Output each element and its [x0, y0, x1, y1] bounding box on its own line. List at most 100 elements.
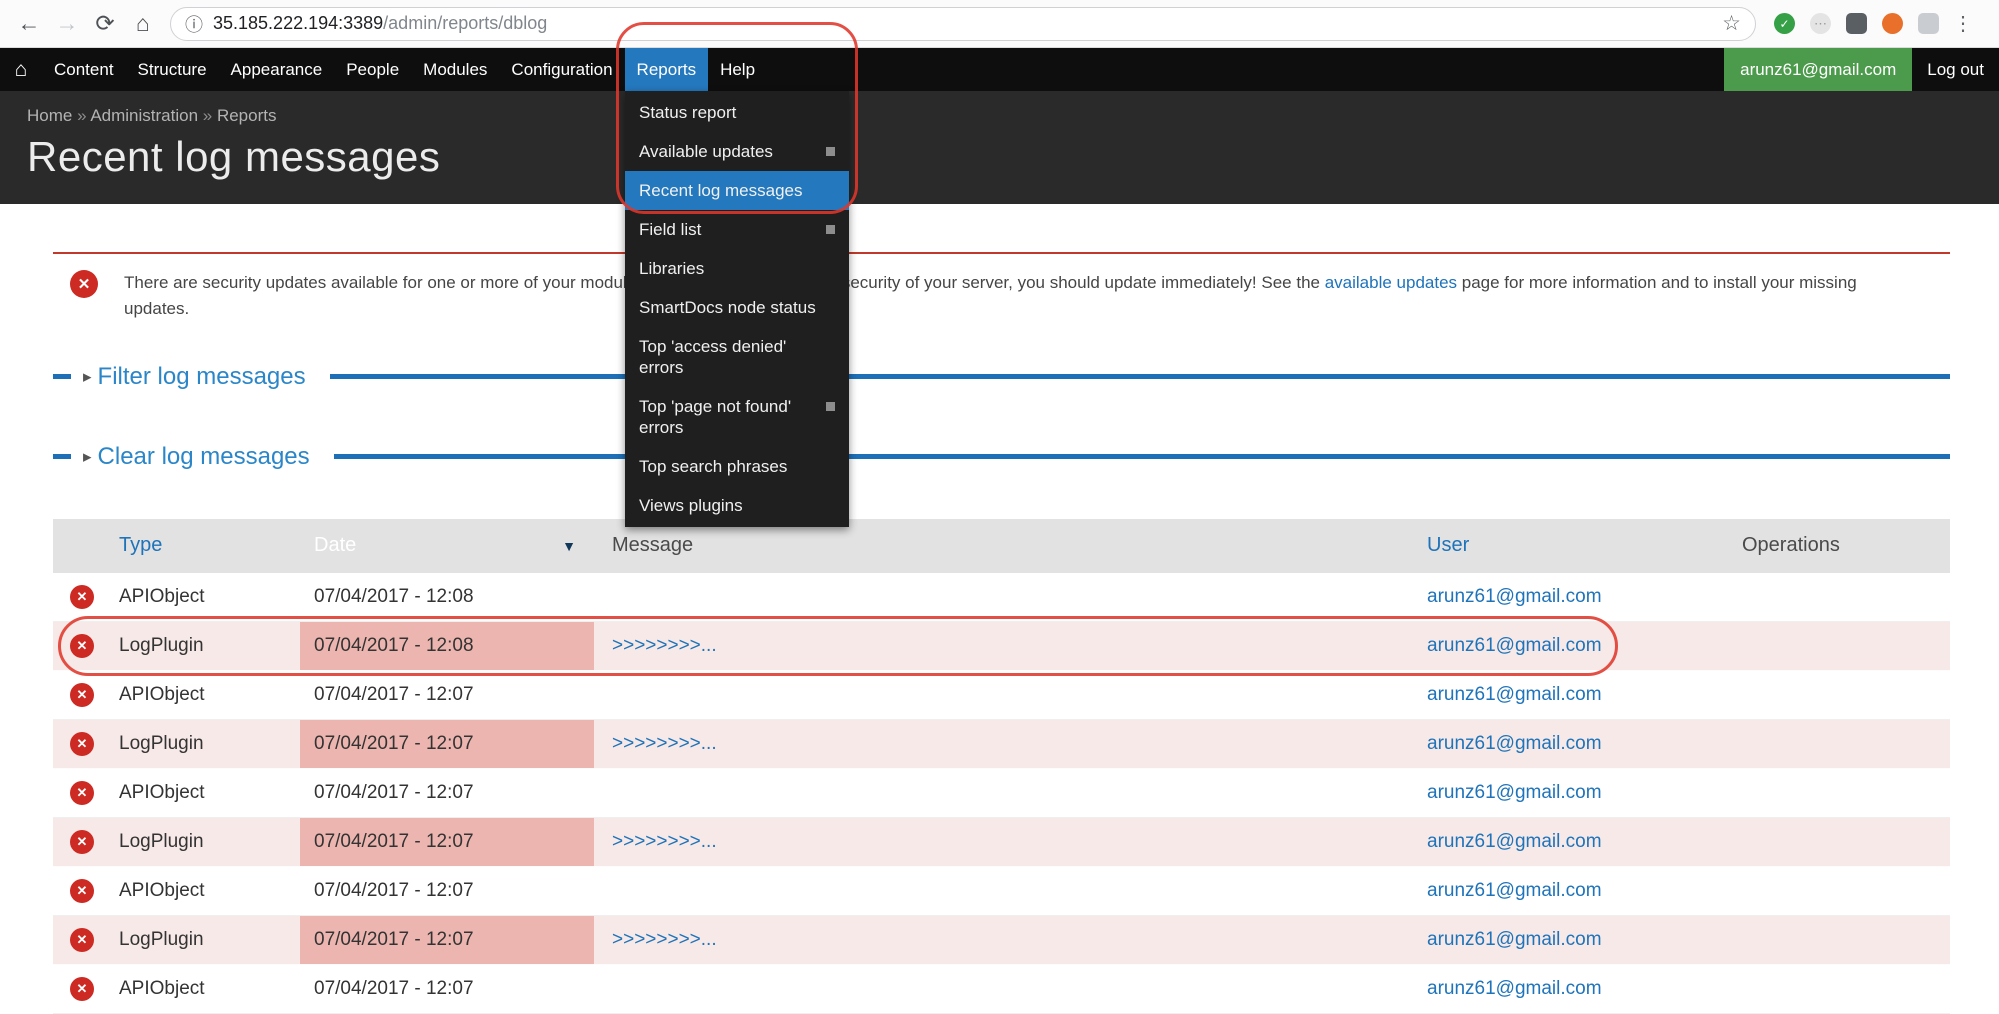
log-user-link[interactable]: arunz61@gmail.com: [1427, 831, 1602, 852]
log-date: 07/04/2017 - 12:08: [300, 573, 594, 622]
log-message-link[interactable]: >>>>>>>>...: [612, 831, 717, 852]
admin-toolbar: ⌂ ContentStructureAppearancePeopleModule…: [0, 48, 1999, 91]
log-date: 07/04/2017 - 12:07: [300, 769, 594, 818]
reports-menu-item[interactable]: Field list: [625, 210, 849, 249]
log-message-link[interactable]: >>>>>>>>...: [612, 929, 717, 950]
toolbar-item-appearance[interactable]: Appearance: [219, 48, 335, 91]
log-operations: [1728, 671, 1950, 720]
date-header-label: Date: [314, 534, 356, 556]
reload-icon[interactable]: ⟳: [86, 5, 124, 43]
fieldset-title[interactable]: Clear log messages: [98, 443, 310, 471]
error-icon: ✕: [70, 270, 98, 298]
log-operations: [1728, 769, 1950, 818]
log-user-link[interactable]: arunz61@gmail.com: [1427, 635, 1602, 656]
log-table-row: ✕LogPlugin07/04/2017 - 12:08>>>>>>>>...a…: [53, 622, 1950, 671]
warning-text: There are security updates available for…: [124, 270, 1914, 323]
toolbar-item-reports[interactable]: Reports: [625, 48, 709, 91]
log-message-link[interactable]: >>>>>>>>...: [612, 635, 717, 656]
toolbar-item-people[interactable]: People: [334, 48, 411, 91]
url-bar[interactable]: ⓘ 35.185.222.194:3389/admin/reports/dblo…: [170, 7, 1756, 41]
breadcrumb-link[interactable]: Home: [27, 106, 72, 125]
toolbar-item-content[interactable]: Content: [42, 48, 126, 91]
reports-menu-item-label: Top 'page not found' errors: [639, 396, 818, 438]
reports-menu-item[interactable]: Top 'access denied' errors: [625, 327, 849, 387]
account-button[interactable]: arunz61@gmail.com: [1724, 48, 1912, 91]
logout-button[interactable]: Log out: [1912, 48, 1999, 91]
browser-home-icon[interactable]: ⌂: [124, 5, 162, 43]
extension-icon-1[interactable]: [1846, 13, 1867, 34]
reports-menu-item-label: Libraries: [639, 258, 835, 279]
operations-header: Operations: [1728, 519, 1950, 573]
log-user-link[interactable]: arunz61@gmail.com: [1427, 880, 1602, 901]
reports-menu-item[interactable]: Libraries: [625, 249, 849, 288]
log-operations: [1728, 965, 1950, 1014]
submenu-indicator-icon: [826, 147, 835, 156]
forward-icon[interactable]: →: [48, 5, 86, 43]
extension-icon-2[interactable]: [1882, 13, 1903, 34]
browser-chrome: ← → ⟳ ⌂ ⓘ 35.185.222.194:3389/admin/repo…: [0, 0, 1999, 48]
log-type: LogPlugin: [119, 929, 204, 950]
breadcrumb-link[interactable]: Administration: [90, 106, 198, 125]
reports-menu-item[interactable]: Top search phrases: [625, 447, 849, 486]
log-operations: [1728, 867, 1950, 916]
page-title: Recent log messages: [27, 133, 1999, 181]
log-type: APIObject: [119, 782, 205, 803]
reports-menu-item[interactable]: Views plugins: [625, 486, 849, 525]
error-status-icon: ✕: [70, 634, 94, 658]
reports-menu-item[interactable]: Recent log messages: [625, 171, 849, 210]
error-status-icon: ✕: [70, 928, 94, 952]
admin-home-icon[interactable]: ⌂: [0, 48, 42, 91]
fieldset-rule: [330, 374, 1950, 379]
extension-icon-3[interactable]: [1918, 13, 1939, 34]
submenu-indicator-icon: [826, 225, 835, 234]
reports-menu-item-label: Available updates: [639, 141, 818, 162]
fieldset-rule: [334, 454, 1950, 459]
log-user-link[interactable]: arunz61@gmail.com: [1427, 978, 1602, 999]
log-user-link[interactable]: arunz61@gmail.com: [1427, 782, 1602, 803]
reports-menu-item[interactable]: Top 'page not found' errors: [625, 387, 849, 447]
sort-date-header[interactable]: Date▼: [300, 519, 594, 573]
log-operations: [1728, 573, 1950, 622]
log-user-link[interactable]: arunz61@gmail.com: [1427, 586, 1602, 607]
extension-check-icon[interactable]: ✓: [1774, 13, 1795, 34]
reports-menu-item-label: Top 'access denied' errors: [639, 336, 835, 378]
log-user-link[interactable]: arunz61@gmail.com: [1427, 733, 1602, 754]
log-operations: [1728, 818, 1950, 867]
reports-menu-item[interactable]: SmartDocs node status: [625, 288, 849, 327]
log-type: APIObject: [119, 684, 205, 705]
breadcrumb-separator-icon: »: [198, 106, 217, 125]
error-status-icon: ✕: [70, 781, 94, 805]
sort-user-header[interactable]: User: [1427, 534, 1469, 556]
log-table-header: Type Date▼ Message User Operations: [53, 519, 1950, 573]
back-icon[interactable]: ←: [10, 5, 48, 43]
log-type: APIObject: [119, 978, 205, 999]
sort-type-header[interactable]: Type: [119, 534, 162, 556]
reports-menu-item-label: Top search phrases: [639, 456, 835, 477]
log-user-link[interactable]: arunz61@gmail.com: [1427, 929, 1602, 950]
site-info-icon[interactable]: ⓘ: [185, 11, 203, 37]
extension-area: ✓ ⋯: [1774, 13, 1939, 34]
collapsible-fieldset: ▸ Clear log messages: [53, 439, 1950, 475]
fieldset-title[interactable]: Filter log messages: [98, 363, 306, 391]
admin-menu: ContentStructureAppearancePeopleModulesC…: [42, 48, 767, 91]
reports-menu-item[interactable]: Status report: [625, 93, 849, 132]
available-updates-link[interactable]: available updates: [1325, 273, 1457, 292]
browser-menu-icon[interactable]: ⋮: [1953, 11, 1973, 36]
breadcrumb: Home » Administration » Reports: [27, 106, 1999, 126]
log-type: APIObject: [119, 880, 205, 901]
extension-more-icon[interactable]: ⋯: [1810, 13, 1831, 34]
log-message-link[interactable]: >>>>>>>>...: [612, 733, 717, 754]
toolbar-item-modules[interactable]: Modules: [411, 48, 499, 91]
bookmark-star-icon[interactable]: ☆: [1722, 11, 1741, 36]
log-date: 07/04/2017 - 12:07: [300, 965, 594, 1014]
breadcrumb-link[interactable]: Reports: [217, 106, 277, 125]
toolbar-item-structure[interactable]: Structure: [126, 48, 219, 91]
reports-menu-item[interactable]: Available updates: [625, 132, 849, 171]
log-table: Type Date▼ Message User Operations ✕ APIO…: [53, 519, 1950, 1014]
log-date: 07/04/2017 - 12:07: [300, 671, 594, 720]
error-status-icon: ✕: [70, 977, 94, 1001]
log-user-link[interactable]: arunz61@gmail.com: [1427, 684, 1602, 705]
toolbar-item-help[interactable]: Help: [708, 48, 767, 91]
log-type: APIObject: [119, 586, 205, 607]
toolbar-item-configuration[interactable]: Configuration: [499, 48, 624, 91]
